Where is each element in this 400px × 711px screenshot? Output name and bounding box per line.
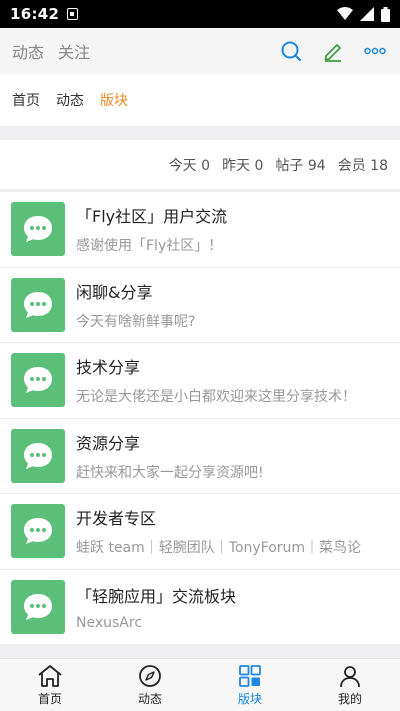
forum-icon [11,579,65,634]
grid-icon [239,664,261,687]
user-icon [340,665,360,687]
chat-bubble-icon [24,216,52,243]
forum-icon [11,504,65,559]
forum-icon [11,428,65,483]
forum-icon [11,202,65,257]
notification-icon [67,8,79,20]
edit-icon [324,44,341,62]
breadcrumb-dynamic[interactable]: 动态 [56,90,84,110]
forum-description: 无论是大佬还是小白都欢迎来这里分享技术！ [76,389,356,406]
signal-icon [360,7,374,21]
edit-button[interactable] [320,38,346,64]
battery-icon [381,6,390,22]
forum-icon [11,277,65,332]
nav-home[interactable]: 首页 [0,659,100,711]
status-time: 16:42 [10,5,60,23]
forum-name: 「轻腕应用」交流板块 [76,586,237,606]
nav-dynamic[interactable]: 动态 [100,659,200,711]
tab-dynamic[interactable]: 动态 [12,39,44,63]
forum-stats: 今天 0 昨天 0 帖子 94 会员 18 [0,140,400,190]
bottom-nav: 首页 动态 版块 我的 [0,658,400,711]
chat-bubble-icon [24,593,52,620]
forum-icon [11,353,65,408]
forum-name: 开发者专区 [76,509,157,529]
app-header: 动态 关注 [0,28,400,74]
nav-mine[interactable]: 我的 [300,659,400,711]
breadcrumb: 首页 动态 版块 [0,74,400,126]
chat-bubble-icon [24,367,52,394]
chat-bubble-icon [24,291,52,318]
forum-item[interactable]: 技术分享 无论是大佬还是小白都欢迎来这里分享技术！ [0,343,400,419]
more-button[interactable] [362,38,388,64]
forum-list: 「Fly社区」用户交流 感谢使用「Fly社区」！ 闲聊&分享 今天有啥新鲜事呢?… [0,192,400,645]
stat-members: 会员 18 [337,157,388,174]
forum-item[interactable]: 闲聊&分享 今天有啥新鲜事呢? [0,268,400,343]
stat-today: 今天 0 [168,157,211,174]
chat-bubble-icon [24,442,52,469]
status-icons [337,6,390,22]
forum-item[interactable]: 开发者专区 蛙跃 team｜轻腕团队｜TonyForum｜菜鸟论 [0,494,400,570]
forum-name: 资源分享 [76,433,141,453]
forum-item[interactable]: 资源分享 赶快来和大家一起分享资源吧! [0,419,400,494]
header-actions [278,38,388,64]
forum-description: 赶快来和大家一起分享资源吧! [76,464,264,481]
tab-follow[interactable]: 关注 [58,39,90,63]
nav-home-label: 首页 [37,691,62,706]
forum-name: 闲聊&分享 [76,282,153,302]
nav-boards[interactable]: 版块 [200,659,300,711]
nav-mine-label: 我的 [337,691,362,706]
nav-dynamic-label: 动态 [137,691,162,706]
forum-item[interactable]: 「轻腕应用」交流板块 NexusArc [0,570,400,645]
forum-item[interactable]: 「Fly社区」用户交流 感谢使用「Fly社区」！ [0,192,400,268]
forum-name: 「Fly社区」用户交流 [76,207,228,227]
status-bar: 16:42 [0,0,400,28]
forum-description: 今天有啥新鲜事呢? [76,313,196,330]
breadcrumb-boards[interactable]: 版块 [100,90,128,110]
compass-icon [139,664,161,687]
forum-name: 技术分享 [76,358,141,378]
stat-posts: 帖子 94 [275,157,326,174]
more-icon [364,47,386,55]
forum-description: 感谢使用「Fly社区」！ [76,238,223,255]
nav-boards-label: 版块 [237,691,262,706]
chat-bubble-icon [24,518,52,545]
stat-yesterday: 昨天 0 [222,157,264,174]
home-icon [38,664,62,687]
breadcrumb-home[interactable]: 首页 [12,90,40,110]
search-button[interactable] [278,38,304,64]
wifi-icon [337,7,353,20]
forum-description: 蛙跃 team｜轻腕团队｜TonyForum｜菜鸟论 [76,540,362,557]
search-icon [281,41,302,62]
forum-description: NexusArc [76,614,143,631]
